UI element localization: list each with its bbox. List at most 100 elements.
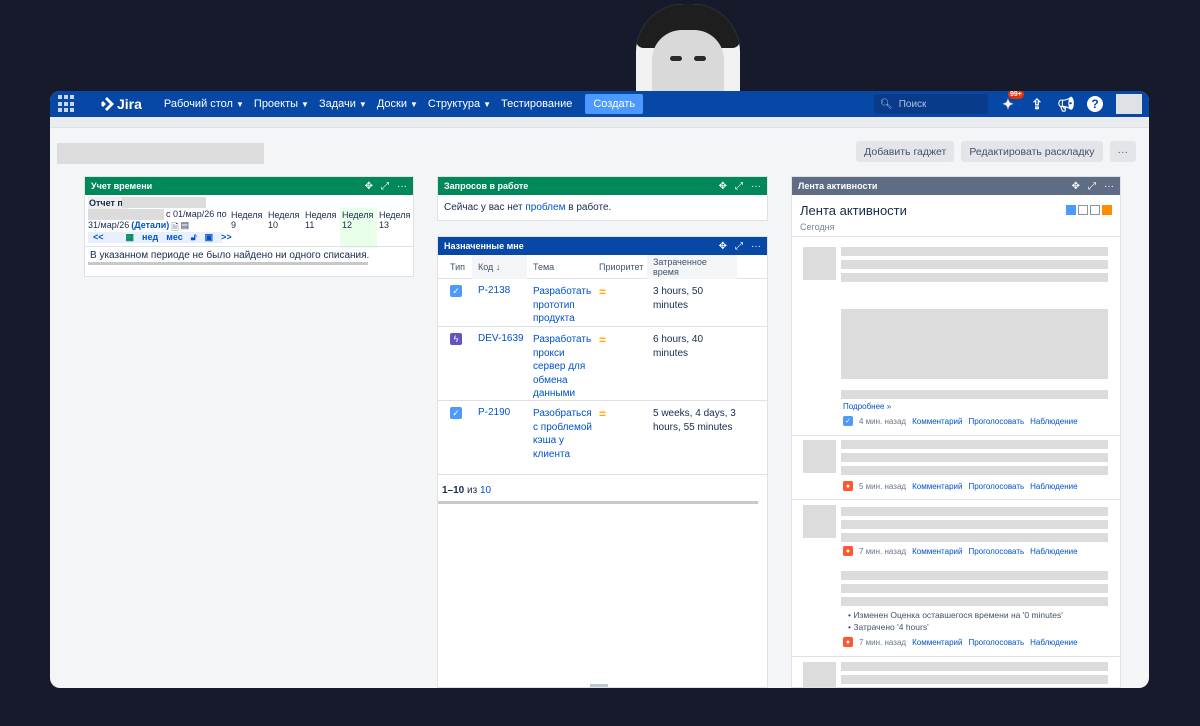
menu-icon[interactable]: ··· (397, 181, 407, 192)
week-button[interactable]: нед (142, 232, 158, 243)
issues-link[interactable]: проблем (525, 202, 565, 213)
chevron-down-icon: ▼ (235, 99, 244, 109)
horizontal-scrollbar[interactable] (438, 501, 758, 504)
create-button[interactable]: Создать (585, 94, 644, 114)
add-gadget-button[interactable]: Добавить гаджет (856, 141, 955, 162)
in-progress-message: Сейчас у вас нет проблем в работе. (444, 202, 612, 213)
move-icon[interactable]: ✥ (719, 181, 727, 192)
avatar (803, 505, 836, 538)
gadget-header[interactable]: Назначенные мне ✥ ⤢ ··· (438, 237, 767, 255)
period-nav: << ▦ нед мес 🔓︎ ▣ >> (88, 232, 232, 243)
text-placeholder (841, 466, 1108, 475)
issue-key[interactable]: P-2138 (472, 279, 527, 326)
more-actions-button[interactable]: ··· (1109, 141, 1136, 162)
period-start: с 01/мар/26 по (166, 209, 227, 219)
time-tracking-gadget: Учет времени ✥ ⤢ ··· Отчет по с 01/мар/26 … (84, 176, 414, 277)
menu-icon[interactable]: ··· (751, 181, 761, 192)
expand-icon[interactable]: ⤢ (1088, 181, 1096, 192)
issue-summary[interactable]: Разработать прототип продукта (527, 279, 593, 326)
text-placeholder (841, 675, 1108, 684)
jira-logo[interactable]: Jira (100, 96, 142, 112)
expand-icon[interactable]: ⤢ (381, 181, 389, 192)
watch-link[interactable]: Наблюдение (1030, 547, 1077, 556)
announcement-icon[interactable]: 📢︎ (1057, 96, 1075, 112)
filter-icon[interactable] (1090, 205, 1100, 215)
comment-link[interactable]: Комментарий (912, 482, 962, 491)
activity-time: 7 мин. назад (859, 546, 907, 556)
activity-time: 5 мин. назад (859, 481, 907, 491)
nav-structure[interactable]: Структура ▼ (428, 98, 491, 110)
nav-issues[interactable]: Задачи ▼ (319, 98, 367, 110)
move-icon[interactable]: ✥ (1072, 181, 1080, 192)
nav-dashboard[interactable]: Рабочий стол ▼ (164, 98, 244, 110)
nav-testing[interactable]: Тестирование (501, 98, 572, 110)
issue-summary[interactable]: Разобраться с проблемой кэша у клиента (527, 401, 593, 474)
sort-arrow-icon: ↓ (495, 261, 501, 272)
menu-icon[interactable]: ··· (751, 241, 761, 252)
move-icon[interactable]: ✥ (365, 181, 373, 192)
chevron-down-icon: ▼ (483, 99, 492, 109)
lock-icon[interactable]: 🔓︎ (191, 232, 197, 243)
col-type[interactable]: Тип (438, 255, 472, 279)
text-placeholder (841, 533, 1108, 542)
priority-medium-icon: = (599, 285, 607, 299)
menu-icon[interactable]: ··· (1104, 181, 1114, 192)
month-button[interactable]: мес (166, 232, 183, 243)
week-col-current: Неделя 12 (340, 208, 377, 248)
table-row[interactable]: ✓ P-2138 Разработать прототип продукта =… (438, 279, 767, 327)
watch-link[interactable]: Наблюдение (1030, 638, 1077, 647)
text-placeholder (841, 247, 1108, 256)
help-icon[interactable]: ? (1087, 96, 1103, 112)
app-switcher-icon[interactable] (58, 95, 76, 113)
col-key[interactable]: Код ↓ (472, 254, 527, 279)
vote-link[interactable]: Проголосовать (968, 417, 1024, 426)
nav-boards[interactable]: Доски ▼ (377, 98, 418, 110)
activity-meta: ✓ 4 мин. назад Комментарий Проголосовать… (843, 416, 1078, 426)
grid-view-icon[interactable] (1066, 205, 1076, 215)
list-view-icon[interactable] (1078, 205, 1088, 215)
expand-icon[interactable]: ⤢ (735, 181, 743, 192)
comment-link[interactable]: Комментарий (912, 638, 962, 647)
move-icon[interactable]: ✥ (719, 241, 727, 252)
total-link[interactable]: 10 (480, 485, 491, 496)
calendar-grid-icon[interactable]: ▦ (126, 232, 135, 243)
gadget-header[interactable]: Учет времени ✥ ⤢ ··· (85, 177, 413, 195)
resize-handle[interactable] (590, 684, 608, 687)
calendar-icon[interactable]: ▣ (205, 232, 214, 243)
week-col: Неделя 13 (379, 210, 411, 230)
watch-link[interactable]: Наблюдение (1030, 482, 1077, 491)
nav-projects[interactable]: Проекты ▼ (254, 98, 309, 110)
watch-link[interactable]: Наблюдение (1030, 417, 1077, 426)
comment-link[interactable]: Комментарий (912, 547, 962, 556)
horizontal-scrollbar[interactable] (88, 262, 368, 265)
table-row[interactable]: ✓ P-2190 Разобраться с проблемой кэша у … (438, 401, 767, 475)
text-placeholder (841, 520, 1108, 529)
more-link[interactable]: Подробнее » (843, 402, 891, 411)
notifications-icon[interactable]: ✦ 99+ (1000, 91, 1024, 112)
comment-link[interactable]: Комментарий (912, 417, 962, 426)
week-col: Неделя 9 (231, 210, 263, 230)
gadget-header[interactable]: Лента активности ✥ ⤢ ··· (792, 177, 1120, 195)
table-row[interactable]: ϟ DEV-1639 Разработать прокси сервер для… (438, 327, 767, 401)
task-type-icon: ϟ (450, 333, 462, 345)
search-input[interactable]: 🔍︎ Поиск (874, 94, 988, 114)
issue-key[interactable]: P-2190 (472, 401, 527, 474)
vote-link[interactable]: Проголосовать (968, 547, 1024, 556)
expand-icon[interactable]: ⤢ (735, 241, 743, 252)
col-summary[interactable]: Тема (527, 255, 593, 279)
col-priority[interactable]: Приоритет (593, 255, 647, 279)
upload-icon[interactable]: ⇪ (1029, 96, 1045, 112)
table-header: Тип Код ↓ Тема Приоритет Затраченное вре… (438, 254, 767, 279)
issue-key[interactable]: DEV-1639 (472, 327, 527, 400)
prev-button[interactable]: << (93, 232, 104, 243)
col-time-spent[interactable]: Затраченное время (647, 254, 737, 279)
gadget-header[interactable]: Запросов в работе ✥ ⤢ ··· (438, 177, 767, 195)
vote-link[interactable]: Проголосовать (968, 638, 1024, 647)
issue-summary[interactable]: Разработать прокси сервер для обмена дан… (527, 327, 593, 400)
avatar[interactable] (1116, 94, 1142, 114)
chevron-down-icon: ▼ (301, 99, 309, 109)
rss-icon[interactable] (1102, 205, 1112, 215)
vote-link[interactable]: Проголосовать (968, 482, 1024, 491)
issues-table: Тип Код ↓ Тема Приоритет Затраченное вре… (438, 254, 767, 504)
edit-layout-button[interactable]: Редактировать раскладку (961, 141, 1103, 162)
